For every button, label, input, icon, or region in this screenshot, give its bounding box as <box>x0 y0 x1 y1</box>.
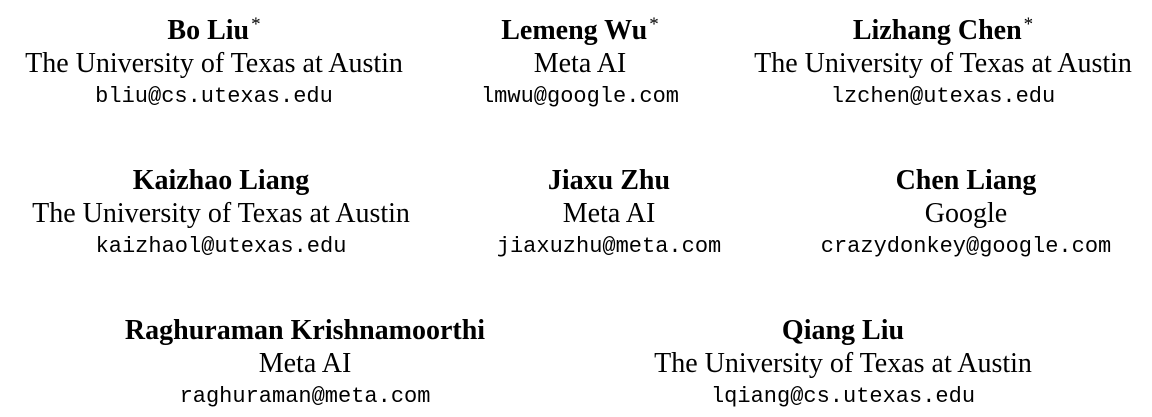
author-name: Raghuraman Krishnamoorthi <box>124 315 486 346</box>
author-email: raghuraman@meta.com <box>179 384 431 409</box>
author-block: Raghuraman Krishnamoorthi Meta AI raghur… <box>125 314 485 414</box>
author-affiliation: The University of Texas at Austin <box>654 348 1032 379</box>
author-affiliation: Google <box>924 198 1008 229</box>
author-affiliation: Meta AI <box>258 348 352 379</box>
author-email: jiaxuzhu@meta.com <box>496 234 722 259</box>
author-email: lzchen@utexas.edu <box>830 84 1056 109</box>
author-affiliation: The University of Texas at Austin <box>32 198 410 229</box>
equal-contribution-mark: * <box>251 14 261 35</box>
author-email: crazydonkey@google.com <box>820 234 1112 259</box>
author-name: Bo Liu * <box>167 14 261 46</box>
author-affiliation: Meta AI <box>562 198 656 229</box>
author-email: lmwu@google.com <box>480 84 680 109</box>
equal-contribution-mark: * <box>649 14 659 35</box>
author-name: Chen Liang <box>895 165 1037 196</box>
author-block: Jiaxu Zhu Meta AI jiaxuzhu@meta.com <box>497 164 721 264</box>
author-email: lqiang@cs.utexas.edu <box>710 384 976 409</box>
author-name: Qiang Liu <box>781 315 905 346</box>
author-name: Jiaxu Zhu <box>547 165 671 196</box>
author-email: kaizhaol@utexas.edu <box>95 234 347 259</box>
author-email: bliu@cs.utexas.edu <box>95 84 333 109</box>
author-block: Chen Liang Google crazydonkey@google.com <box>821 164 1111 264</box>
equal-contribution-mark: * <box>1023 14 1034 35</box>
author-name: Lizhang Chen * <box>852 14 1034 46</box>
author-affiliation: Meta AI <box>533 48 627 79</box>
author-block: Lemeng Wu * Meta AI lmwu@google.com <box>481 14 679 114</box>
author-name: Lemeng Wu * <box>501 14 659 46</box>
author-block: Bo Liu * The University of Texas at Austi… <box>25 14 403 114</box>
author-block: Lizhang Chen * The University of Texas at… <box>754 14 1132 114</box>
author-block: Kaizhao Liang The University of Texas at… <box>32 164 410 264</box>
author-affiliation: The University of Texas at Austin <box>754 48 1132 79</box>
author-affiliation: The University of Texas at Austin <box>25 48 403 79</box>
author-name: Kaizhao Liang <box>132 165 310 196</box>
author-block: Qiang Liu The University of Texas at Aus… <box>654 314 1032 414</box>
